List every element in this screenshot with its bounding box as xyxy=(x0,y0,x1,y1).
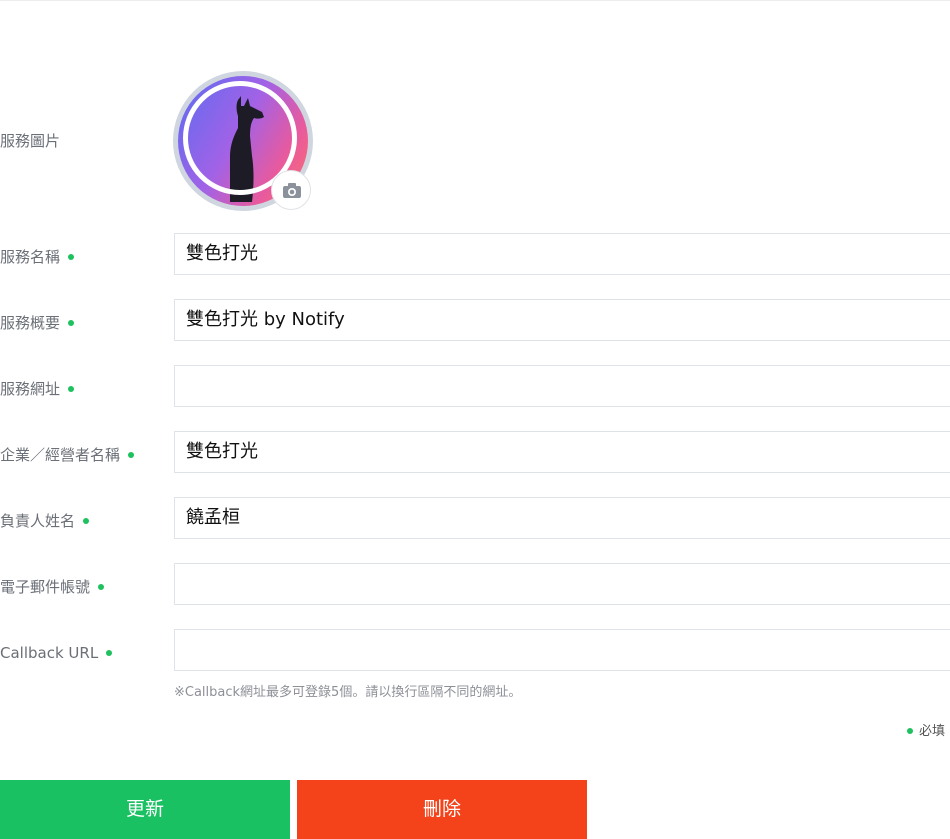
company-name-label: 企業／經營者名稱 xyxy=(0,445,135,465)
service-summary-label: 服務概要 xyxy=(0,313,75,333)
email-field[interactable] xyxy=(174,563,950,605)
required-dot xyxy=(68,385,75,392)
service-url-label: 服務網址 xyxy=(0,379,75,399)
required-legend: 必填 xyxy=(907,720,945,739)
service-image-upload[interactable] xyxy=(173,71,313,211)
service-name-input[interactable]: 雙色打光 xyxy=(174,233,950,275)
required-dot xyxy=(83,517,90,524)
service-settings-page: 服務圖片 服務名稱 雙色打光 服務概要 雙色打光 by Notify 服務網址 xyxy=(0,0,950,839)
contact-person-input[interactable]: 饒孟桓 xyxy=(174,497,950,539)
change-image-button[interactable] xyxy=(271,170,311,210)
required-dot xyxy=(68,253,75,260)
service-image-label: 服務圖片 xyxy=(0,132,61,150)
required-dot xyxy=(907,727,913,734)
delete-button[interactable]: 刪除 xyxy=(297,780,587,839)
callback-hint: ※Callback網址最多可登錄5個。請以換行區隔不同的網址。 xyxy=(174,685,522,700)
callback-url-label: Callback URL xyxy=(0,643,113,663)
update-button[interactable]: 更新 xyxy=(0,780,290,839)
service-summary-input[interactable]: 雙色打光 by Notify xyxy=(174,299,950,341)
required-dot xyxy=(98,583,105,590)
top-divider xyxy=(0,0,950,1)
required-dot xyxy=(68,319,75,326)
required-dot xyxy=(106,649,113,656)
company-name-input[interactable]: 雙色打光 xyxy=(174,431,950,473)
contact-person-label: 負責人姓名 xyxy=(0,511,90,531)
camera-icon xyxy=(283,183,301,198)
callback-url-input[interactable] xyxy=(174,629,950,671)
required-dot xyxy=(128,451,135,458)
email-label: 電子郵件帳號 xyxy=(0,577,105,597)
service-name-label: 服務名稱 xyxy=(0,247,75,267)
service-url-input[interactable] xyxy=(174,365,950,407)
